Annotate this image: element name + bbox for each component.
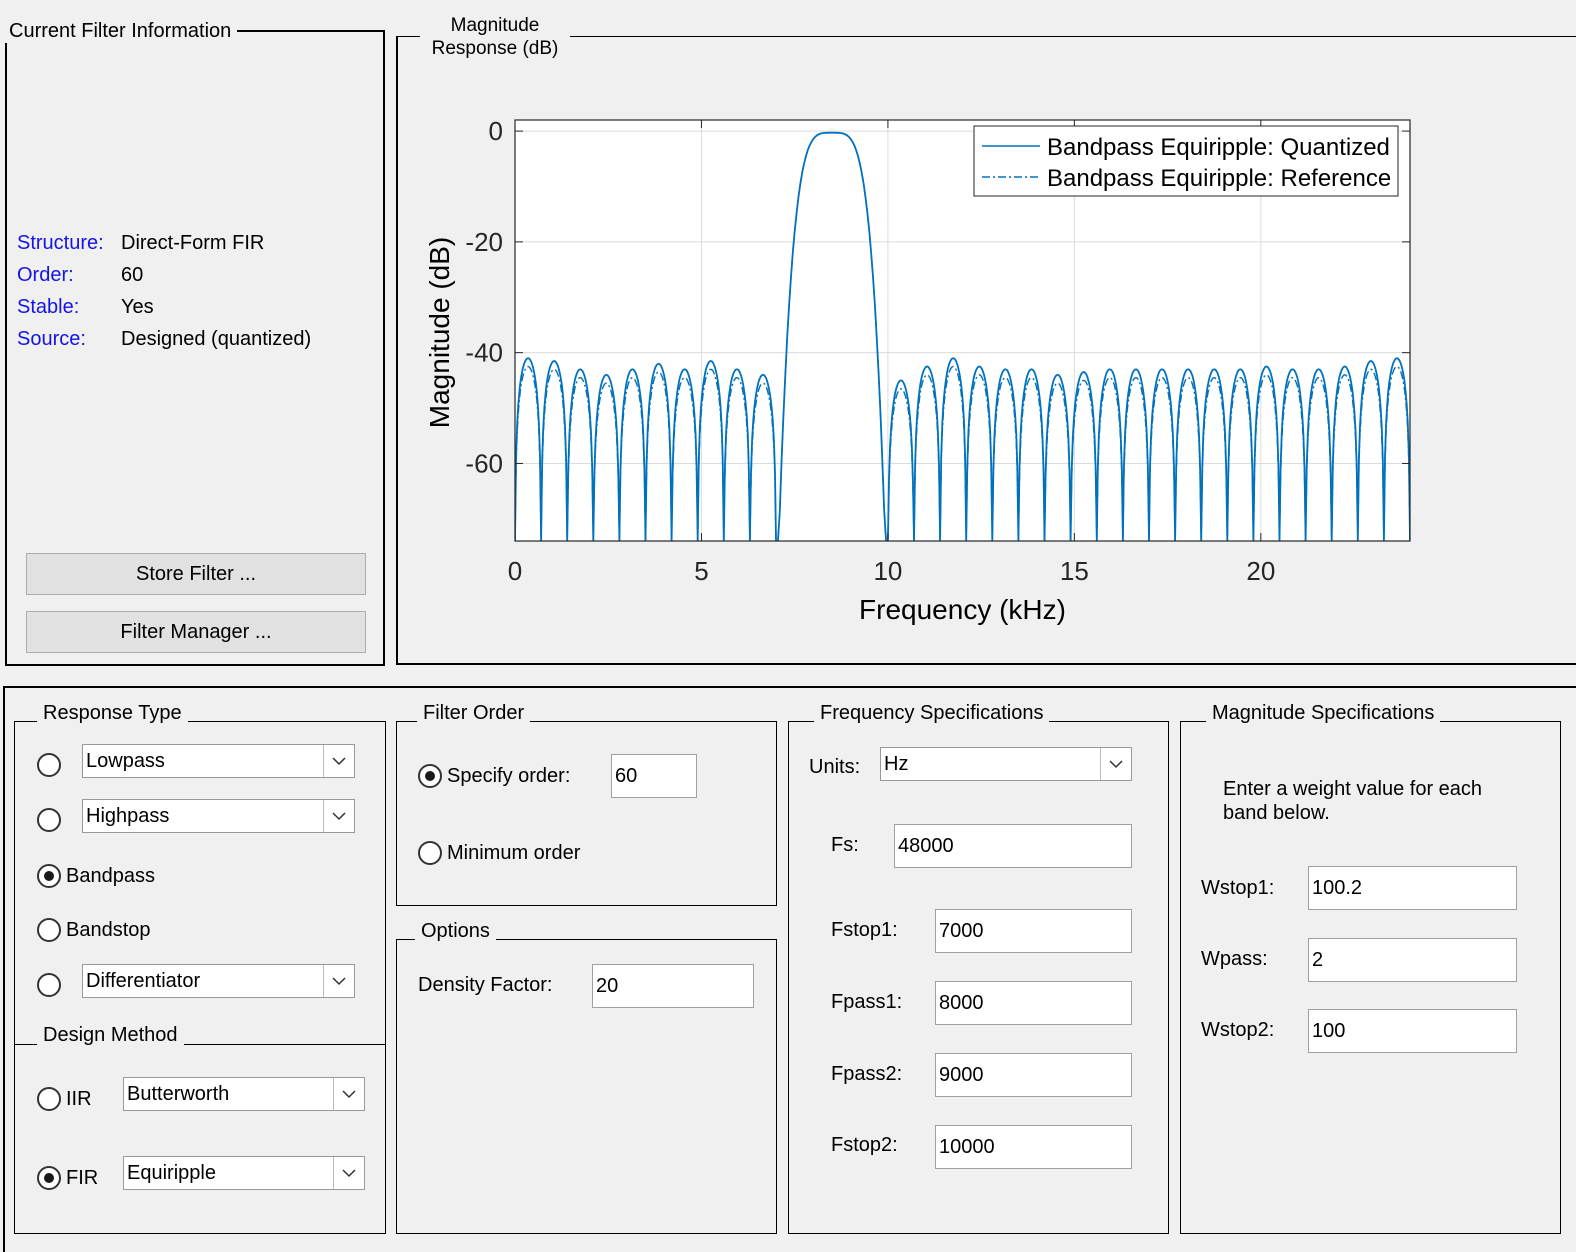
iir-method-dropdown[interactable]: Butterworth [123,1077,365,1111]
y-tick-label: -60 [465,448,503,478]
structure-label: Structure: [17,232,104,254]
chevron-down-icon[interactable] [1100,748,1131,780]
highpass-radio[interactable] [37,808,61,832]
magnitude-response-title: Magnitude Response (dB) [420,14,570,60]
minimum-order-label[interactable]: Minimum order [447,842,580,865]
x-tick-label: 20 [1246,556,1275,586]
filter-order-group [396,721,777,906]
source-label: Source: [17,328,86,350]
chevron-down-icon[interactable] [323,965,354,997]
chevron-down-icon[interactable] [323,745,354,777]
fpass2-input[interactable]: 9000 [935,1053,1132,1097]
x-axis-label: Frequency (kHz) [859,594,1066,625]
chevron-down-icon[interactable] [333,1078,364,1110]
wstop2-input[interactable]: 100 [1308,1009,1517,1053]
fs-input[interactable]: 48000 [894,824,1132,868]
magnitude-response-chart: 0 5 10 15 20 0 -20 -40 -60 Bandpass Equiripple: … [424,116,1411,625]
frequency-specs-title: Frequency Specifications [814,701,1050,725]
minimum-order-radio[interactable] [418,841,442,865]
fpass1-label: Fpass1: [831,991,903,1013]
lowpass-dropdown[interactable]: Lowpass [82,744,355,778]
wpass-label: Wpass: [1201,948,1268,970]
x-tick-label: 0 [508,556,522,586]
fir-method-dropdown[interactable]: Equiripple [123,1156,365,1190]
fstop2-label: Fstop2: [831,1134,898,1156]
highpass-dropdown-value: Highpass [86,805,170,827]
wstop1-label: Wstop1: [1201,877,1275,899]
units-label: Units: [809,756,861,778]
specify-order-radio[interactable] [418,764,442,788]
lowpass-dropdown-value: Lowpass [86,750,165,772]
weight-instruction-line1: Enter a weight value for each [1223,778,1483,800]
stable-value: Yes [121,296,154,318]
magnitude-response-title-line2: Response (dB) [431,38,559,59]
fpass1-input[interactable]: 8000 [935,981,1132,1025]
bandpass-label[interactable]: Bandpass [66,865,155,888]
highpass-dropdown[interactable]: Highpass [82,799,355,833]
units-value: Hz [884,753,909,775]
store-filter-button[interactable]: Store Filter ... [26,553,366,595]
y-axis-label: Magnitude (dB) [424,237,455,428]
structure-value: Direct-Form FIR [121,232,265,254]
specify-order-label[interactable]: Specify order: [447,765,570,788]
iir-method-value: Butterworth [127,1083,230,1105]
iir-label[interactable]: IIR [66,1088,92,1111]
bandpass-radio[interactable] [37,864,61,888]
units-dropdown[interactable]: Hz [880,747,1132,781]
order-value: 60 [121,264,144,286]
x-tick-label: 5 [694,556,708,586]
fstop1-input[interactable]: 7000 [935,909,1132,953]
legend-label-quantized: Bandpass Equiripple: Quantized [1047,134,1390,161]
order-input[interactable]: 60 [611,754,697,798]
fstop1-label: Fstop1: [831,919,898,941]
response-type-title: Response Type [37,701,188,725]
bandstop-label[interactable]: Bandstop [66,919,151,942]
current-filter-info-title: Current Filter Information [5,19,238,43]
design-method-title: Design Method [37,1023,184,1047]
lowpass-radio[interactable] [37,753,61,777]
iir-radio[interactable] [37,1087,61,1111]
differentiator-dropdown-value: Differentiator [86,970,201,992]
y-tick-label: -20 [465,227,503,257]
wstop2-label: Wstop2: [1201,1019,1275,1041]
y-tick-label: -40 [465,338,503,368]
wstop1-input[interactable]: 100.2 [1308,866,1517,910]
density-factor-input[interactable]: 20 [592,964,754,1008]
stable-label: Stable: [17,296,80,318]
differentiator-dropdown[interactable]: Differentiator [82,964,355,998]
fir-method-value: Equiripple [127,1162,216,1184]
source-value: Designed (quantized) [121,328,312,350]
magnitude-specs-title: Magnitude Specifications [1206,701,1441,725]
filter-manager-button[interactable]: Filter Manager ... [26,611,366,653]
fs-label: Fs: [831,834,859,856]
x-tick-label: 10 [873,556,902,586]
fstop2-input[interactable]: 10000 [935,1125,1132,1169]
order-label: Order: [17,264,74,286]
fpass2-label: Fpass2: [831,1063,903,1085]
legend-label-reference: Bandpass Equiripple: Reference [1047,165,1391,192]
filter-order-title: Filter Order [417,701,531,725]
chevron-down-icon[interactable] [323,800,354,832]
weight-instruction-line2: band below. [1223,802,1330,824]
differentiator-radio[interactable] [37,973,61,997]
options-title: Options [415,919,496,943]
y-tick-label: 0 [489,116,503,146]
density-factor-label: Density Factor: [418,974,553,996]
wpass-input[interactable]: 2 [1308,938,1517,982]
fir-label[interactable]: FIR [66,1167,98,1190]
x-tick-label: 15 [1060,556,1089,586]
fir-radio[interactable] [37,1166,61,1190]
bandstop-radio[interactable] [37,918,61,942]
chevron-down-icon[interactable] [333,1157,364,1189]
magnitude-response-title-line1: Magnitude [450,15,540,36]
